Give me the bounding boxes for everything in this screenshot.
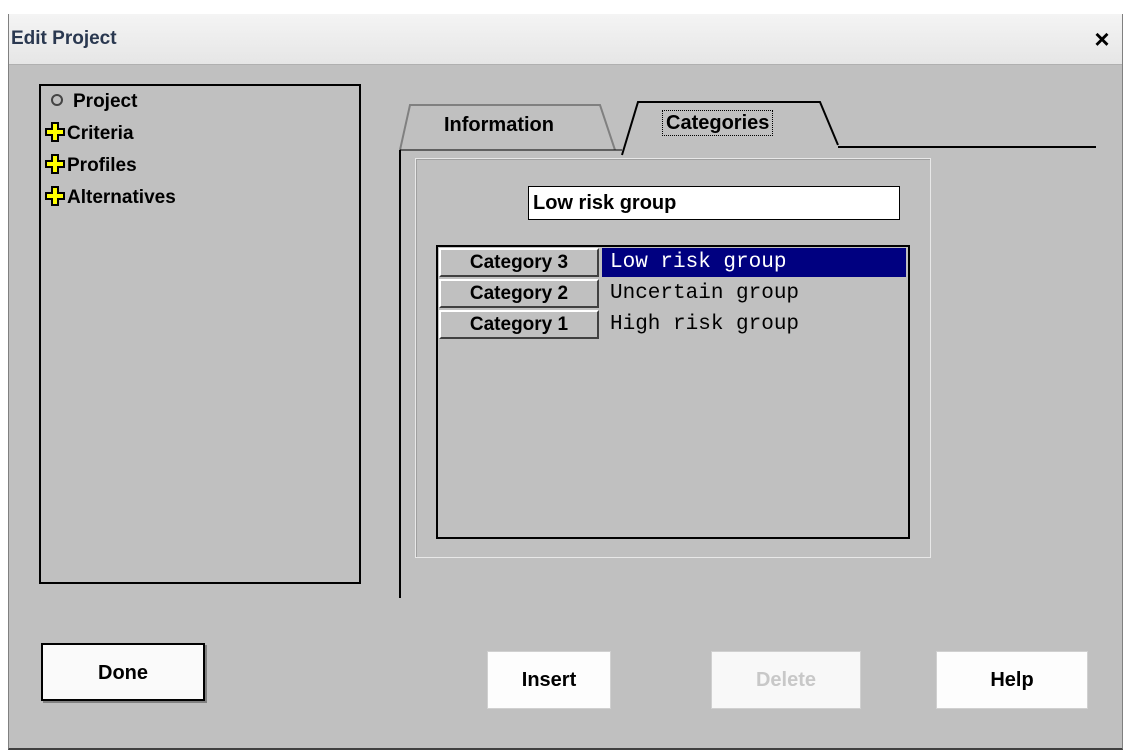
tree-item-label: Alternatives xyxy=(67,187,176,208)
tree-item-label: Criteria xyxy=(67,123,134,144)
delete-button[interactable]: Delete xyxy=(711,651,861,709)
plus-icon[interactable] xyxy=(45,185,65,206)
category-header-2[interactable]: Category 2 xyxy=(439,279,599,308)
category-header-1[interactable]: Category 1 xyxy=(439,310,599,339)
tab-information[interactable]: Information xyxy=(444,114,554,137)
tree-item-project[interactable]: Project xyxy=(45,87,137,117)
tree-item-label: Profiles xyxy=(67,155,137,176)
category-name-input[interactable]: Low risk group xyxy=(528,186,900,220)
plus-icon[interactable] xyxy=(45,121,65,142)
done-button[interactable]: Done xyxy=(41,643,205,701)
tree-item-label: Project xyxy=(73,91,138,112)
category-cell-3[interactable]: Low risk group xyxy=(602,248,906,277)
help-button[interactable]: Help xyxy=(936,651,1088,709)
title-bar[interactable]: Edit Project × xyxy=(9,14,1122,65)
dialog-title: Edit Project xyxy=(11,28,117,49)
category-cell-2[interactable]: Uncertain group xyxy=(602,279,906,308)
tab-categories[interactable]: Categories xyxy=(661,110,774,136)
categories-grid[interactable]: Category 3 Low risk group Category 2 Unc… xyxy=(436,245,910,539)
tree-item-alternatives[interactable]: Alternatives xyxy=(45,183,176,213)
tree-item-criteria[interactable]: Criteria xyxy=(45,119,134,149)
bullet-icon xyxy=(51,93,63,106)
project-tree[interactable]: Project Criteria Profiles Alternatives xyxy=(39,84,361,584)
tree-item-profiles[interactable]: Profiles xyxy=(45,151,137,181)
tab-categories-label: Categories xyxy=(661,110,774,136)
insert-button[interactable]: Insert xyxy=(487,651,611,709)
plus-icon[interactable] xyxy=(45,153,65,174)
category-header-3[interactable]: Category 3 xyxy=(439,248,599,277)
close-button[interactable]: × xyxy=(1088,22,1116,56)
category-cell-1[interactable]: High risk group xyxy=(602,310,906,339)
